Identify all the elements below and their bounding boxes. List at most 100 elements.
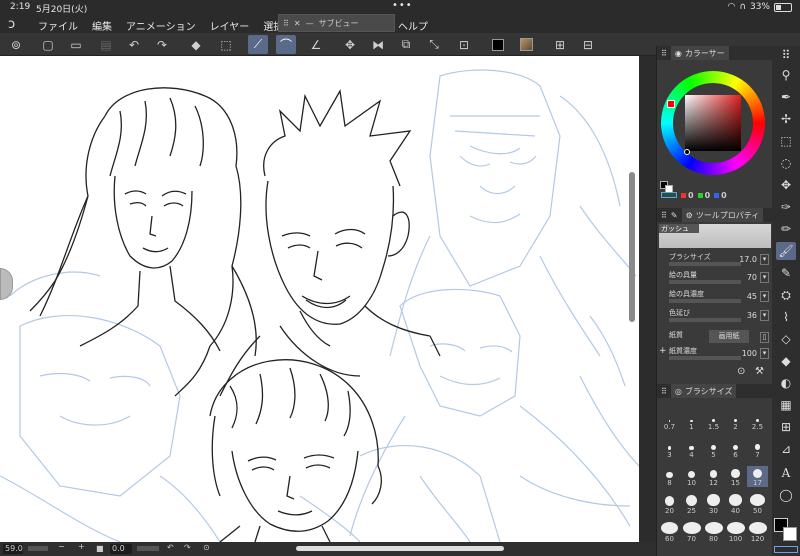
pen-icon[interactable]: ✑ (776, 198, 796, 216)
move-object-icon[interactable]: ✥ (776, 176, 796, 194)
undo-icon[interactable]: ↶ (124, 35, 144, 54)
vertical-scrollbar[interactable] (629, 172, 635, 322)
figure-icon[interactable]: ▦ (776, 396, 796, 414)
menu-edit[interactable]: 編集 (92, 18, 112, 33)
save-icon[interactable]: ▤ (96, 35, 116, 54)
settings-icon[interactable]: ⊚ (6, 35, 26, 54)
decoration-icon[interactable]: ⛭ (776, 286, 796, 304)
trash-icon[interactable]: ▯ (760, 332, 769, 343)
brush-size-option[interactable]: 3 (659, 438, 680, 459)
pressure-icon[interactable]: ▾ (760, 291, 769, 302)
brush-icon[interactable]: 🖌 (776, 242, 796, 260)
move-icon[interactable]: ✥ (340, 35, 360, 54)
rotate-left-icon[interactable]: ↶ (167, 543, 174, 552)
panel-grip-icon[interactable]: ⠿ (661, 49, 667, 58)
sub-color-chip[interactable] (783, 527, 797, 541)
brush-size-option[interactable]: 6 (725, 438, 746, 459)
brush-size-option[interactable]: 20 (659, 494, 680, 515)
rotate-right-icon[interactable]: ↷ (184, 543, 191, 552)
brush-size-row[interactable]: ブラシサイズ 17.0 ▾ (659, 252, 771, 270)
panel-grip-icon[interactable]: ⠿ (661, 211, 667, 220)
airbrush-icon[interactable]: ✎ (776, 264, 796, 282)
pencil-icon[interactable]: ✏ (776, 220, 796, 238)
brush-size-option[interactable]: 5 (703, 438, 724, 459)
expand-icon[interactable]: + (659, 346, 667, 356)
color-swatch[interactable] (488, 35, 508, 54)
layer-icon[interactable]: ⧉ (396, 35, 416, 54)
brush-size-option[interactable]: 120 (747, 522, 768, 543)
menu-file[interactable]: ファイル (38, 18, 78, 33)
brush-size-option[interactable]: 60 (659, 522, 680, 543)
rotation-slider[interactable] (137, 546, 159, 551)
brush-size-option[interactable]: 12 (703, 466, 724, 487)
fill-bucket-icon[interactable]: ◆ (776, 352, 796, 370)
brush-size-option[interactable]: 30 (703, 494, 724, 515)
paint-amount-value[interactable]: 70 (747, 273, 757, 282)
transparent-color-icon[interactable] (774, 546, 798, 553)
transparent-color-icon[interactable] (661, 192, 677, 198)
stroke-icon[interactable]: ⟋ (248, 35, 268, 54)
brush-size-option[interactable]: 25 (681, 494, 702, 515)
panel-grip-icon[interactable]: ⠿ (661, 387, 667, 396)
brush-size-option[interactable]: 1 (681, 410, 702, 431)
paint-amount-row[interactable]: 絵の具量 70 ▾ (659, 270, 771, 288)
stroke-curve-icon[interactable]: ⌒ (276, 35, 296, 54)
close-icon[interactable]: ✕ (294, 19, 301, 28)
brush-size-option[interactable]: 10 (681, 466, 702, 487)
flip-icon[interactable]: ⧓ (368, 35, 388, 54)
crop-icon[interactable]: ⤡ (424, 35, 444, 54)
ruler-icon[interactable]: ⊿ (776, 440, 796, 458)
zoom-slider[interactable] (28, 546, 48, 551)
brush-tab-icon[interactable]: ✎ (671, 211, 678, 220)
zoom-value[interactable]: 59.0 (3, 544, 23, 554)
blend-icon[interactable]: ⌇ (776, 308, 796, 326)
brush-size-option[interactable]: 0.7 (659, 410, 680, 431)
brush-size-option[interactable]: 50 (747, 494, 768, 515)
pressure-icon[interactable]: ▾ (760, 254, 769, 265)
color-stretch-value[interactable]: 36 (747, 311, 757, 320)
brush-size-option[interactable]: 70 (681, 522, 702, 543)
layer-settings-icon[interactable]: ⊟ (578, 35, 598, 54)
paper-density-value[interactable]: 100 (742, 349, 757, 358)
minimize-icon[interactable]: — (306, 19, 314, 28)
move-layer-icon[interactable]: ✢ (776, 110, 796, 128)
stroke-line-icon[interactable]: ∠ (306, 35, 326, 54)
rotation-value[interactable]: 0.0 (110, 544, 132, 554)
menu-help[interactable]: ヘルプ (398, 18, 428, 33)
camera-icon[interactable]: ⊡ (454, 35, 474, 54)
brush-size-tab[interactable]: ◎ ブラシサイズ (670, 384, 737, 398)
eyedropper-icon[interactable]: ✒ (776, 88, 796, 106)
panel-grip-icon[interactable]: ⠿ (283, 19, 289, 28)
eraser-icon[interactable]: ◇ (776, 330, 796, 348)
zoom-icon[interactable]: ⚲ (776, 66, 796, 84)
brush-size-option[interactable]: 4 (681, 438, 702, 459)
brush-size-value[interactable]: 17.0 (739, 255, 757, 264)
brush-size-option[interactable]: 1.5 (703, 410, 724, 431)
color-wheel[interactable] (661, 71, 765, 175)
pressure-icon[interactable]: ▾ (760, 310, 769, 321)
brush-size-option[interactable]: 8 (659, 466, 680, 487)
color-picker-dot[interactable] (684, 149, 690, 155)
drawing-canvas[interactable] (0, 56, 639, 542)
balloon-icon[interactable]: ◯ (776, 486, 796, 504)
wrench-icon[interactable]: ⚒ (755, 366, 764, 377)
paint-density-row[interactable]: 絵の具濃度 45 ▾ (659, 289, 771, 307)
brush-size-option[interactable]: 2 (725, 410, 746, 431)
pressure-icon[interactable]: ▾ (760, 272, 769, 283)
paint-density-value[interactable]: 45 (747, 292, 757, 301)
pressure-icon[interactable]: ▾ (760, 348, 769, 359)
reset-icon[interactable]: ⊙ (737, 366, 745, 377)
home-indicator[interactable] (296, 546, 504, 551)
brush-preview[interactable]: ガッシュ (659, 224, 771, 248)
brush-size-option[interactable]: 80 (703, 522, 724, 543)
add-layer-icon[interactable]: ⊞ (550, 35, 570, 54)
saturation-value-square[interactable] (685, 95, 741, 151)
palette-grip-icon[interactable]: ⠿ (776, 46, 796, 64)
app-logo-icon[interactable]: ↄ (8, 17, 15, 32)
texture-swatch[interactable] (516, 35, 536, 54)
new-icon[interactable]: ▢ (38, 35, 58, 54)
brush-size-option[interactable]: 40 (725, 494, 746, 515)
menu-animation[interactable]: アニメーション (126, 18, 196, 33)
paper-density-row[interactable]: + 紙質濃度 100 ▾ (659, 346, 771, 364)
fit-icon[interactable]: ■ (96, 544, 104, 553)
